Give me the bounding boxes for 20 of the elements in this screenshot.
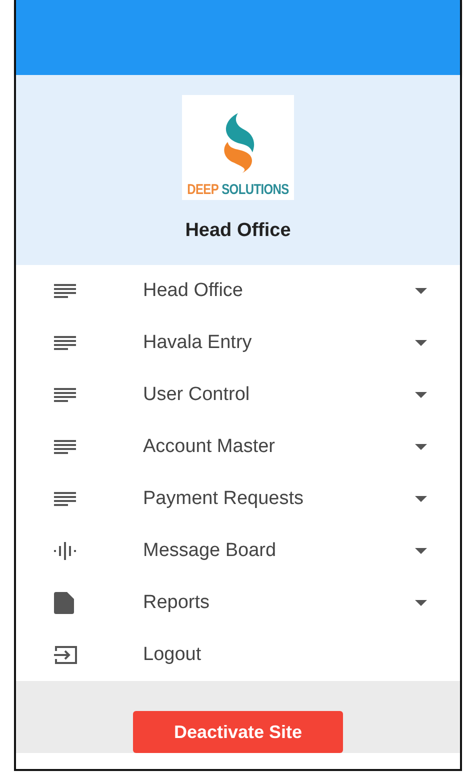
menu-item[interactable]: Payment Requests <box>16 473 460 525</box>
logo-word: DEEP <box>187 180 219 198</box>
office-name: Head Office <box>185 220 291 242</box>
file-icon <box>54 592 74 614</box>
logout-icon <box>54 645 78 665</box>
menu-item[interactable]: Message Board <box>16 525 460 577</box>
notes-icon <box>54 387 76 403</box>
logo-word: SOLUTIONS <box>222 180 289 198</box>
menu-item[interactable]: Head Office <box>16 265 460 317</box>
menu-item[interactable]: Reports <box>16 577 460 629</box>
notes-icon <box>54 491 76 507</box>
menu-item[interactable]: Logout <box>16 629 460 681</box>
menu-item[interactable]: Account Master <box>16 421 460 473</box>
deactivate-button[interactable]: Deactivate Site <box>133 711 343 753</box>
menu-item[interactable]: Havala Entry <box>16 317 460 369</box>
notes-icon <box>54 439 76 455</box>
notes-icon <box>54 335 76 351</box>
menu-item[interactable]: User Control <box>16 369 460 421</box>
notes-icon <box>54 283 76 299</box>
waveform-icon <box>54 542 76 560</box>
